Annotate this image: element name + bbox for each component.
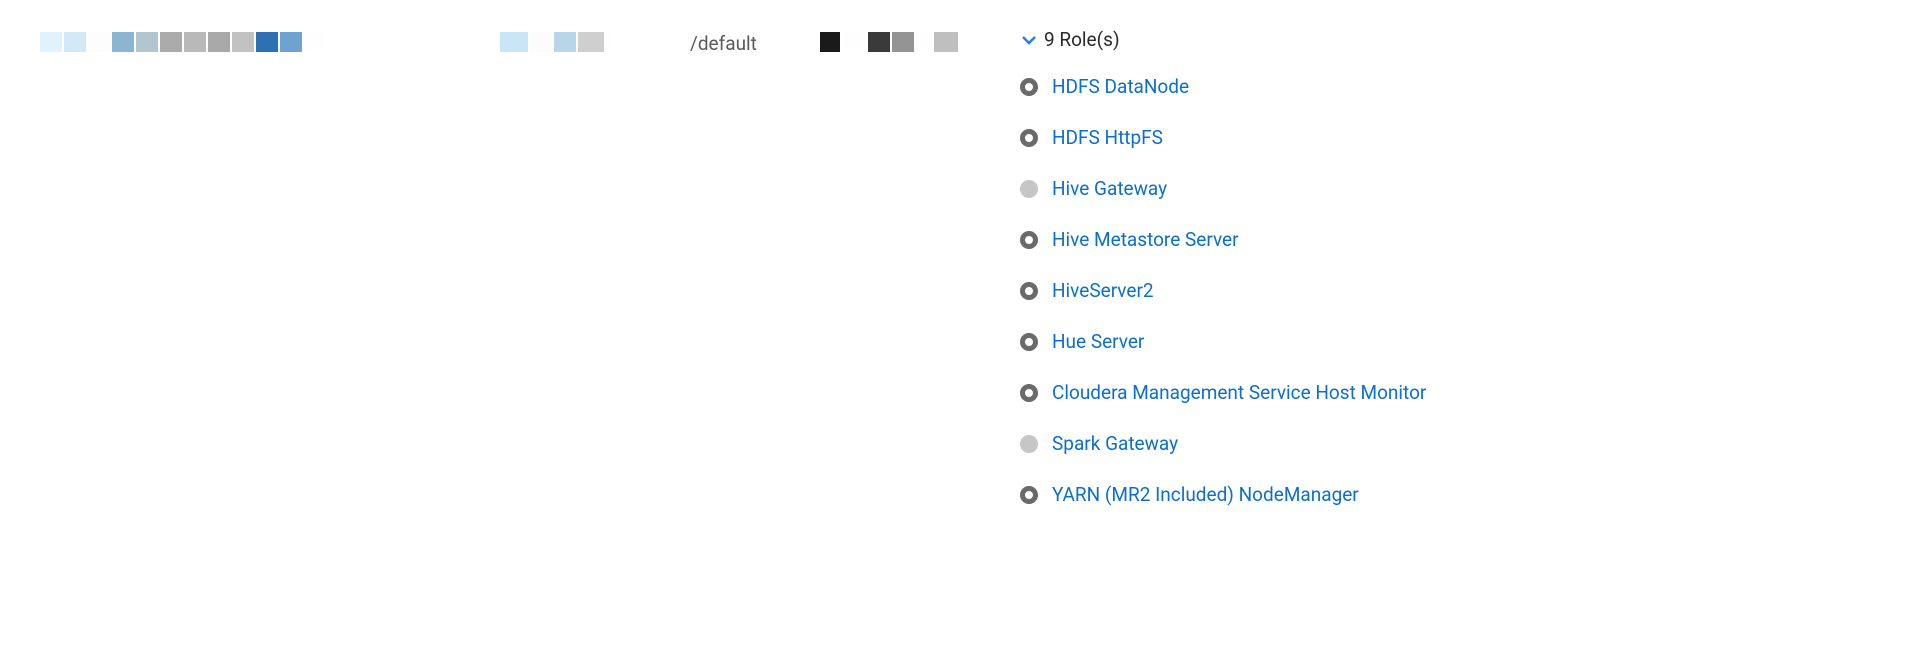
role-item: Hue Server (1020, 316, 1426, 367)
role-link[interactable]: HDFS HttpFS (1052, 126, 1163, 149)
role-item: YARN (MR2 Included) NodeManager (1020, 469, 1426, 520)
redacted-segment (64, 32, 86, 52)
redacted-segment (232, 32, 254, 52)
role-item: HDFS DataNode (1020, 61, 1426, 112)
status-stopped-icon (1020, 384, 1038, 402)
redacted-segment (868, 32, 890, 52)
redacted-segment (606, 32, 612, 52)
ip-cell (500, 28, 690, 52)
redacted-segment (916, 32, 932, 52)
redacted-segment (578, 32, 604, 52)
redacted-segment (500, 32, 528, 52)
role-link[interactable]: Hive Metastore Server (1052, 228, 1239, 251)
redacted-segment (842, 32, 866, 52)
role-item: Hive Metastore Server (1020, 214, 1426, 265)
redacted-segment (934, 32, 958, 52)
redacted-segment (88, 32, 110, 52)
redacted-segment (554, 32, 576, 52)
redacted-segment (40, 32, 62, 52)
redacted-segment (304, 32, 326, 52)
roles-cell: 9 Role(s) HDFS DataNode HDFS HttpFS Hive G… (1020, 28, 1426, 520)
status-stopped-icon (1020, 282, 1038, 300)
status-stopped-icon (1020, 78, 1038, 96)
redacted-segment (208, 32, 230, 52)
role-link[interactable]: YARN (MR2 Included) NodeManager (1052, 483, 1359, 506)
redacted-segment (256, 32, 278, 52)
redacted-segment (530, 32, 552, 52)
redacted-segment (112, 32, 134, 52)
hostname-cell[interactable] (40, 28, 500, 52)
role-link[interactable]: Hue Server (1052, 330, 1144, 353)
role-link[interactable]: Hive Gateway (1052, 177, 1167, 200)
redacted-segment (160, 32, 182, 52)
roles-count-label: 9 Role(s) (1044, 28, 1120, 51)
host-row: /default 9 Role(s) HDFS DataNode HDFS Htt… (0, 0, 1929, 520)
redacted-segment (136, 32, 158, 52)
roles-toggle[interactable]: 9 Role(s) (1020, 28, 1426, 61)
role-item: HiveServer2 (1020, 265, 1426, 316)
redacted-segment (280, 32, 302, 52)
role-link[interactable]: HiveServer2 (1052, 279, 1154, 302)
status-stopped-icon (1020, 129, 1038, 147)
role-item: Cloudera Management Service Host Monitor (1020, 367, 1426, 418)
status-stopped-icon (1020, 486, 1038, 504)
status-stopped-icon (1020, 231, 1038, 249)
health-cell (820, 28, 1020, 52)
chevron-down-icon (1020, 31, 1038, 49)
redacted-segment (820, 32, 840, 52)
role-link[interactable]: Spark Gateway (1052, 432, 1178, 455)
role-link[interactable]: Cloudera Management Service Host Monitor (1052, 381, 1426, 404)
role-item: Hive Gateway (1020, 163, 1426, 214)
rack-text: /default (690, 32, 757, 55)
rack-cell: /default (690, 28, 820, 55)
role-link[interactable]: HDFS DataNode (1052, 75, 1189, 98)
roles-list: HDFS DataNode HDFS HttpFS Hive Gateway Hive… (1020, 61, 1426, 520)
status-stopped-icon (1020, 333, 1038, 351)
status-none-icon (1020, 180, 1038, 198)
redacted-segment (184, 32, 206, 52)
role-item: Spark Gateway (1020, 418, 1426, 469)
redacted-segment (892, 32, 914, 52)
status-none-icon (1020, 435, 1038, 453)
role-item: HDFS HttpFS (1020, 112, 1426, 163)
